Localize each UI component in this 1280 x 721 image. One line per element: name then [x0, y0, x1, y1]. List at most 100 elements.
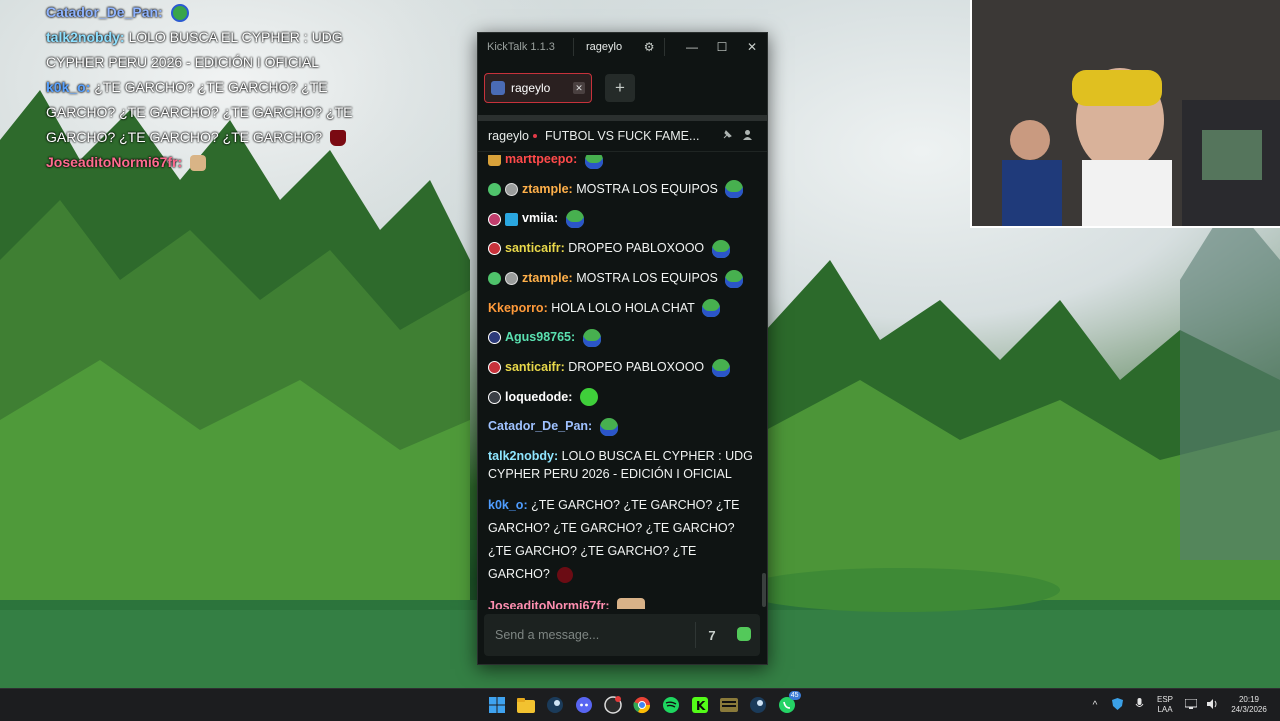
cat-emote-icon — [190, 155, 207, 172]
fez-emote-icon — [330, 130, 347, 147]
chrome-icon[interactable] — [631, 694, 653, 716]
message-input[interactable] — [484, 627, 695, 643]
badge-icon — [488, 182, 501, 196]
chat-message: talk2nobdy: LOLO BUSCA EL CYPHER : UDG C… — [478, 447, 763, 483]
frog-emote-icon — [579, 388, 598, 407]
username[interactable]: k0k_o: — [488, 498, 528, 512]
minimize-button[interactable]: — — [677, 40, 707, 54]
steam-icon-2[interactable] — [747, 694, 769, 716]
badge-icon — [505, 272, 518, 286]
current-user[interactable]: rageylo — [574, 41, 634, 53]
chat-message: JoseaditoNormi67fr: — [478, 597, 763, 609]
tab-rageylo[interactable]: rageylo ✕ — [484, 73, 592, 103]
pepe-emote-icon — [170, 4, 189, 23]
kicktalk-window: KickTalk 1.1.3 rageylo ⚙ — ☐ ✕ rageylo ✕… — [477, 32, 768, 665]
chat-message: ztample: MOSTRA LOS EQUIPOS — [478, 269, 763, 288]
clock-date: 24/3/2026 — [1231, 705, 1267, 714]
close-tab-icon[interactable]: ✕ — [573, 82, 585, 94]
overlay-message: talk2nobdy: LOLO BUSCA EL CYPHER : UDG C… — [46, 25, 356, 75]
username[interactable]: Agus98765: — [505, 330, 575, 344]
clock-time: 20:19 — [1238, 695, 1260, 704]
channel-avatar — [491, 81, 505, 95]
badge-icon — [488, 390, 501, 404]
overlay-message: k0k_o: ¿TE GARCHO? ¿TE GARCHO? ¿TE GARCH… — [46, 75, 356, 150]
channel-name: rageylo — [488, 129, 529, 143]
cat-emote-icon — [617, 597, 646, 609]
spotify-icon[interactable] — [660, 694, 682, 716]
pepe-emote-icon — [599, 418, 618, 437]
discord-icon[interactable] — [573, 694, 595, 716]
message-input-row: 7 — [484, 614, 760, 656]
username[interactable]: ztample: — [522, 182, 573, 196]
overlay-username: Catador_De_Pan: — [46, 4, 163, 20]
user-icon[interactable] — [737, 129, 757, 143]
chat-message: santicaifr: DROPEO PABLOXOOO — [478, 358, 763, 377]
pepe-emote-icon — [725, 180, 744, 199]
channel-tabs: rageylo ✕ + — [478, 61, 767, 115]
obs-icon[interactable] — [602, 694, 624, 716]
whatsapp-icon[interactable]: 45 — [776, 691, 801, 716]
pepe-emote-icon — [584, 155, 603, 169]
settings-gear-icon[interactable]: ⚙ — [634, 40, 664, 54]
badge-icon — [488, 272, 501, 286]
microphone-icon[interactable] — [1128, 697, 1150, 713]
pepe-emote-icon — [582, 328, 601, 347]
language-indicator[interactable]: ESP LAA — [1150, 695, 1180, 715]
chat-scrollbar[interactable] — [762, 573, 766, 607]
live-dot-icon — [533, 134, 537, 138]
overlay-username: talk2nobdy: — [46, 29, 125, 45]
steam-icon[interactable] — [544, 694, 566, 716]
chat-message: loquedode: — [478, 388, 763, 407]
windows-start-icon[interactable] — [486, 694, 508, 716]
notification-badge: 45 — [788, 691, 801, 700]
message-text: MOSTRA LOS EQUIPOS — [576, 181, 718, 196]
chat-message: Agus98765: — [478, 328, 763, 347]
emote-picker-icon[interactable] — [728, 626, 760, 644]
translate-icon[interactable]: 7 — [696, 628, 728, 643]
stream-title: FUTBOL VS FUCK FAME... — [545, 129, 700, 143]
username[interactable]: marttpeepo: — [505, 155, 577, 166]
tab-label: rageylo — [511, 81, 551, 95]
chat-message: k0k_o: ¿TE GARCHO? ¿TE GARCHO? ¿TE GARCH… — [478, 494, 763, 586]
taskbar-apps: K 45 — [482, 689, 801, 721]
defender-icon[interactable] — [1106, 697, 1128, 713]
message-text: MOSTRA LOS EQUIPOS — [576, 270, 718, 285]
channel-header: rageylo FUTBOL VS FUCK FAME... — [478, 121, 767, 152]
language-code: ESP — [1156, 695, 1173, 704]
username[interactable]: vmiia: — [522, 211, 558, 225]
chat-message: Catador_De_Pan: — [478, 417, 763, 437]
username[interactable]: santicaifr: — [505, 241, 565, 255]
volume-icon[interactable] — [1202, 698, 1224, 712]
username[interactable]: Catador_De_Pan: — [488, 419, 592, 433]
subscriber-badge-icon — [488, 155, 501, 167]
maximize-button[interactable]: ☐ — [707, 40, 737, 54]
overlay-message: Catador_De_Pan: — [46, 0, 356, 25]
username[interactable]: ztample: — [522, 271, 573, 285]
network-icon[interactable] — [1180, 698, 1202, 712]
keyboard-app-icon[interactable] — [718, 694, 740, 716]
username[interactable]: JoseaditoNormi67fr: — [488, 599, 610, 609]
message-text: HOLA LOLO HOLA CHAT — [551, 300, 695, 315]
username[interactable]: loquedode: — [505, 390, 572, 404]
tray-overflow-chevron-icon[interactable]: ^ — [1084, 700, 1106, 711]
username[interactable]: Kkeporro: — [488, 301, 548, 315]
pin-icon[interactable] — [717, 129, 737, 143]
username[interactable]: santicaifr: — [505, 360, 565, 374]
add-tab-button[interactable]: + — [605, 74, 635, 102]
message-text: DROPEO PABLOXOOO — [568, 359, 705, 374]
clock[interactable]: 20:19 24/3/2026 — [1224, 695, 1274, 715]
badge-icon — [488, 242, 501, 256]
webcam-image — [972, 0, 1280, 226]
app-title: KickTalk 1.1.3 — [487, 41, 555, 53]
badge-icon — [505, 212, 518, 226]
file-explorer-icon[interactable] — [515, 694, 537, 716]
badge-icon — [505, 182, 518, 196]
close-button[interactable]: ✕ — [737, 40, 767, 54]
kick-icon[interactable]: K — [689, 694, 711, 716]
pepe-emote-icon — [702, 299, 721, 318]
badge-icon — [488, 212, 501, 226]
pepe-emote-icon — [565, 210, 584, 229]
chat-message: ztample: MOSTRA LOS EQUIPOS — [478, 180, 763, 199]
badge-icon — [488, 361, 501, 375]
username[interactable]: talk2nobdy: — [488, 449, 558, 463]
